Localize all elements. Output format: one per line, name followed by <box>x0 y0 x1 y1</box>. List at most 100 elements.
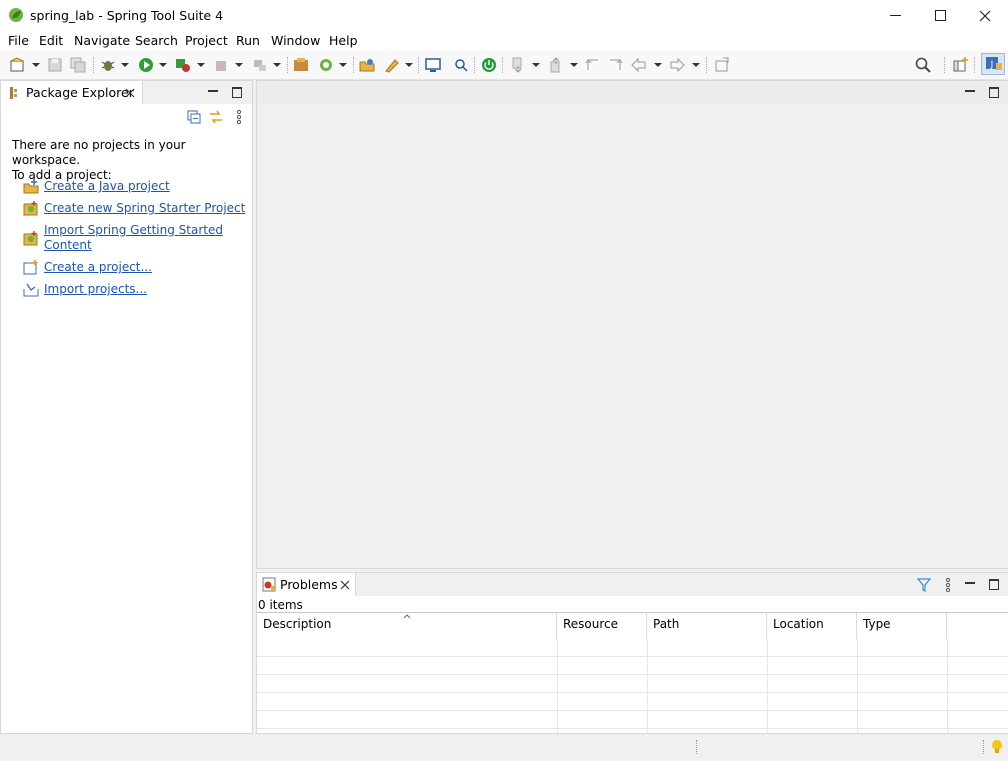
minimize-view-icon[interactable] <box>208 90 218 92</box>
column-label: Description <box>263 617 332 631</box>
run-last-tool-icon[interactable] <box>174 56 192 74</box>
task-dropdown-icon[interactable] <box>405 63 413 67</box>
menu-window[interactable]: Window <box>271 33 320 48</box>
close-button[interactable] <box>962 0 1008 31</box>
next-annotation-dropdown-icon[interactable] <box>532 63 540 67</box>
spring-power-icon[interactable] <box>480 56 498 74</box>
next-annotation-icon[interactable] <box>509 56 527 74</box>
maximize-editor-icon[interactable] <box>989 87 999 98</box>
java-perspective-icon: J <box>986 57 1002 70</box>
column-type[interactable]: Type <box>857 613 947 639</box>
save-all-icon[interactable] <box>69 56 87 74</box>
menu-navigate[interactable]: Navigate <box>74 33 130 48</box>
back-dropdown-icon[interactable] <box>654 63 662 67</box>
minimize-button[interactable] <box>872 0 918 31</box>
search-icon[interactable] <box>914 56 932 74</box>
menu-help[interactable]: Help <box>329 33 358 48</box>
spring-starter-project-icon <box>23 201 38 216</box>
maximize-view-icon[interactable] <box>232 87 242 98</box>
collapse-all-icon[interactable] <box>187 110 201 124</box>
maximize-button[interactable] <box>917 0 963 31</box>
save-icon[interactable] <box>46 56 64 74</box>
spring-boot-dashboard-icon[interactable] <box>292 56 310 74</box>
java-perspective-button[interactable]: J <box>981 53 1005 75</box>
tab-problems[interactable]: Problems <box>257 573 356 596</box>
create-java-project-link[interactable]: Create a Java project <box>44 179 170 194</box>
create-project-link[interactable]: Create a project... <box>44 260 152 275</box>
menu-edit[interactable]: Edit <box>39 33 63 48</box>
run-icon[interactable] <box>137 56 155 74</box>
debug-icon[interactable] <box>99 56 117 74</box>
toolbar-separator <box>287 57 289 73</box>
column-location[interactable]: Location <box>767 613 857 639</box>
refresh-icon[interactable] <box>317 56 335 74</box>
new-dropdown-icon[interactable] <box>32 63 40 67</box>
run-dropdown-icon[interactable] <box>159 63 167 67</box>
stop-icon[interactable] <box>216 61 226 71</box>
minimize-editor-icon[interactable] <box>965 90 975 92</box>
forward-dropdown-icon[interactable] <box>692 63 700 67</box>
column-gridline <box>767 639 768 733</box>
status-separator <box>696 740 698 754</box>
disconnect-dropdown-icon[interactable] <box>273 63 281 67</box>
menu-file[interactable]: File <box>8 33 29 48</box>
forward-icon[interactable] <box>668 56 686 74</box>
toolbar-separator <box>353 57 355 73</box>
table-row <box>257 639 1008 657</box>
status-separator <box>983 740 985 754</box>
filter-icon[interactable] <box>917 577 931 592</box>
open-task-icon[interactable] <box>383 56 401 74</box>
view-menu-icon[interactable] <box>945 577 951 593</box>
column-label: Resource <box>563 617 619 631</box>
toolbar-separator <box>93 57 95 73</box>
maximize-view-icon[interactable] <box>989 579 999 590</box>
back-icon[interactable] <box>630 56 648 74</box>
import-spring-getting-started-link[interactable]: Import Spring Getting Started Content <box>44 223 223 253</box>
console-icon[interactable] <box>424 56 442 74</box>
problems-count: 0 items <box>258 598 303 612</box>
close-icon <box>979 10 991 21</box>
previous-annotation-dropdown-icon[interactable] <box>570 63 578 67</box>
toolbar-separator <box>706 57 708 73</box>
open-perspective-icon[interactable] <box>952 56 970 74</box>
column-gridline <box>647 639 648 733</box>
editor-area <box>256 80 1008 569</box>
menu-run[interactable]: Run <box>236 33 260 48</box>
spring-guide-import-icon <box>23 231 38 246</box>
menu-project[interactable]: Project <box>185 33 228 48</box>
title-bar: spring_lab - Spring Tool Suite 4 <box>0 0 1008 31</box>
table-row <box>257 693 1008 711</box>
table-row <box>257 675 1008 693</box>
import-projects-link[interactable]: Import projects... <box>44 282 147 297</box>
new-project-icon <box>23 260 38 275</box>
disconnect-icon[interactable] <box>251 56 269 74</box>
close-tab-icon[interactable] <box>340 580 350 590</box>
menu-bar: File Edit Navigate Search Project Run Wi… <box>0 31 1008 51</box>
stop-dropdown-icon[interactable] <box>235 63 243 67</box>
open-type-icon[interactable] <box>358 56 376 74</box>
close-tab-icon[interactable] <box>125 88 135 98</box>
status-bar <box>0 734 1008 761</box>
column-path[interactable]: Path <box>647 613 767 639</box>
debug-dropdown-icon[interactable] <box>121 63 129 67</box>
last-edit-icon[interactable] <box>584 56 602 74</box>
last-edit-forward-icon[interactable] <box>606 56 624 74</box>
column-resource[interactable]: Resource <box>557 613 647 639</box>
maximize-icon <box>934 10 946 21</box>
problems-tabbar <box>257 573 1008 596</box>
table-row <box>257 711 1008 729</box>
link-with-editor-icon[interactable] <box>208 109 224 125</box>
refresh-dropdown-icon[interactable] <box>339 63 347 67</box>
minimize-view-icon[interactable] <box>965 582 975 584</box>
menu-search[interactable]: Search <box>135 33 178 48</box>
pin-editor-icon[interactable] <box>713 56 731 74</box>
tab-package-explorer[interactable]: Package Explorer <box>1 81 143 104</box>
lightbulb-icon[interactable] <box>990 738 1004 756</box>
view-menu-icon[interactable] <box>236 109 242 125</box>
create-spring-starter-project-link[interactable]: Create new Spring Starter Project <box>44 201 245 216</box>
problems-icon <box>262 577 276 592</box>
new-icon[interactable] <box>9 56 27 74</box>
search-marker-icon[interactable] <box>452 56 470 74</box>
previous-annotation-icon[interactable] <box>547 56 565 74</box>
external-tools-dropdown-icon[interactable] <box>197 63 205 67</box>
